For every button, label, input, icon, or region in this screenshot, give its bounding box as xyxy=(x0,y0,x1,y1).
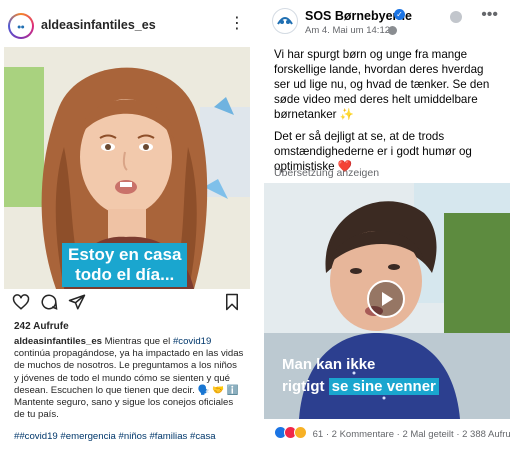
video-player[interactable]: Man kan ikke rigtigt se sine venner xyxy=(264,183,510,419)
hashtag-link[interactable]: #covid19 xyxy=(173,336,211,347)
shares-count[interactable]: 2 Mal geteilt xyxy=(402,429,453,440)
post-header: ●● aldeasinfantiles_es ⋮ xyxy=(0,8,255,44)
caption-text-2: continúa propagándose, ya ha impactado e… xyxy=(14,348,244,396)
more-vertical-icon[interactable]: ⋮ xyxy=(229,16,245,32)
play-icon[interactable] xyxy=(367,280,405,318)
video-caption: Estoy en casa todo el día... xyxy=(62,243,188,287)
post-text: Vi har spurgt børn og unge fra mange for… xyxy=(274,47,500,181)
subtitle-line1: Man kan ikke xyxy=(282,356,376,373)
logo: ●● xyxy=(17,23,25,29)
translate-link[interactable]: Übersetzung anzeigen xyxy=(274,167,379,179)
views-count[interactable]: 242 Aufrufe xyxy=(14,321,69,332)
views-count[interactable]: 2 388 Aufrufe xyxy=(462,429,510,440)
comment-icon[interactable] xyxy=(40,293,58,316)
care-reaction-icon[interactable] xyxy=(294,426,307,439)
caption-text-3: Mantente seguro, sano y sigue los conejo… xyxy=(14,397,234,421)
reactions-count[interactable]: 61 xyxy=(313,429,324,440)
share-icon[interactable] xyxy=(68,293,86,316)
video-caption-line1: Estoy en casa xyxy=(68,245,182,264)
sos-logo-icon xyxy=(274,10,296,32)
post-date[interactable]: Am 4. Mai um 14:12 · xyxy=(305,25,396,36)
subtitle-highlight: se sine venner xyxy=(328,378,439,395)
action-bar xyxy=(0,293,255,315)
video-player[interactable]: Estoy en casa todo el día... xyxy=(4,47,250,289)
subtitle-plain: rigtigt xyxy=(282,378,329,395)
hashtag-list[interactable]: ##covid19 #emergencia #niños #familias #… xyxy=(14,431,250,442)
caption-text-1: Mientras que el xyxy=(102,336,173,347)
avatar[interactable]: ●● xyxy=(8,13,34,39)
more-horizontal-icon[interactable]: ••• xyxy=(481,6,498,24)
video-caption-line2: todo el día... xyxy=(75,265,175,284)
bookmark-icon[interactable] xyxy=(224,293,240,316)
heart-icon[interactable] xyxy=(12,293,30,316)
notification-icon[interactable] xyxy=(450,11,462,23)
caption-username[interactable]: aldeasinfantiles_es xyxy=(14,336,102,347)
instagram-post: ●● aldeasinfantiles_es ⋮ Estoy en casa t… xyxy=(0,0,255,455)
post-caption: aldeasinfantiles_es Mientras que el #cov… xyxy=(14,336,244,421)
facebook-post: SOS Børnebyerne ✓ Am 4. Mai um 14:12 · •… xyxy=(264,0,510,455)
subtitle-line2: rigtigt se sine venner xyxy=(282,377,492,397)
globe-icon xyxy=(388,26,397,35)
comments-count[interactable]: 2 Kommentare xyxy=(332,429,394,440)
post-paragraph-1: Vi har spurgt børn og unge fra mange for… xyxy=(274,48,490,121)
page-avatar[interactable] xyxy=(272,8,298,34)
verified-check-icon: ✓ xyxy=(394,9,405,20)
engagement-bar: 61 · 2 Kommentare · 2 Mal geteilt · 2 38… xyxy=(274,426,510,440)
username[interactable]: aldeasinfantiles_es xyxy=(41,18,156,32)
